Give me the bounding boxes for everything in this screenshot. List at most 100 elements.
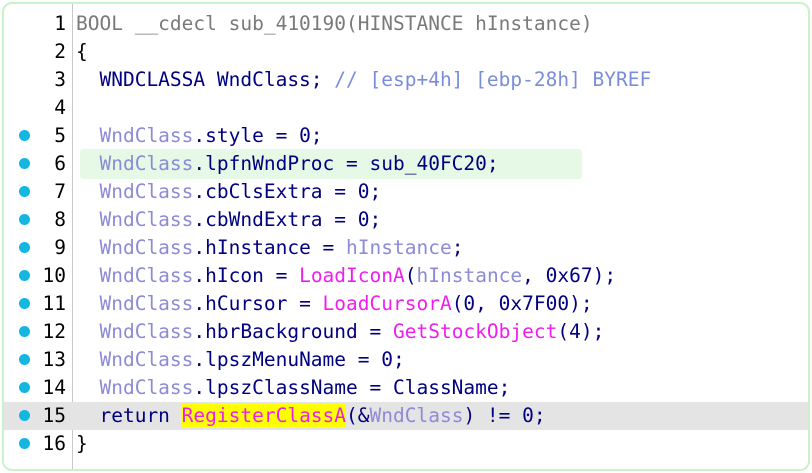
code-token: WndClass <box>76 124 194 147</box>
code-token: WndClass <box>76 376 194 399</box>
code-token: (& <box>346 404 370 427</box>
line-number: 4 <box>54 96 66 119</box>
code-text: WndClass.hInstance = hInstance; <box>76 234 463 262</box>
breakpoint-dot-icon[interactable] <box>19 186 30 197</box>
code-token: WndClass <box>76 320 194 343</box>
code-line[interactable]: 1 BOOL __cdecl sub_410190(HINSTANCE hInst… <box>4 10 808 38</box>
code-line[interactable]: 6 WndClass.lpfnWndProc = sub_40FC20; <box>4 150 808 178</box>
code-token: .cbClsExtra = 0; <box>193 180 382 203</box>
line-number: 11 <box>42 292 66 315</box>
code-text: WNDCLASSA WndClass; // [esp+4h] [ebp-28h… <box>76 66 651 94</box>
pseudocode-view[interactable]: 1 BOOL __cdecl sub_410190(HINSTANCE hInst… <box>2 2 810 471</box>
code-token: WndClass <box>76 208 194 231</box>
code-token: GetStockObject <box>393 320 558 343</box>
code-text: WndClass.hIcon = LoadIconA(hInstance, 0x… <box>76 262 616 290</box>
line-number: 12 <box>42 320 66 343</box>
code-token: , 0x67); <box>522 264 617 287</box>
code-token: hInstance <box>416 264 523 287</box>
code-token: WndClass <box>76 152 194 175</box>
code-token: .hIcon = <box>193 264 300 287</box>
breakpoint-dot-icon[interactable] <box>19 410 30 421</box>
breakpoint-dot-icon[interactable] <box>19 242 30 253</box>
code-token: return <box>76 404 182 427</box>
code-line[interactable]: 4 <box>4 94 808 122</box>
code-token: .lpszMenuName = 0; <box>193 348 405 371</box>
code-token: .lpfnWndProc = sub_40FC20; <box>193 152 499 175</box>
breakpoint-dot-icon[interactable] <box>19 326 30 337</box>
code-line[interactable]: 8 WndClass.cbWndExtra = 0; <box>4 206 808 234</box>
code-text: WndClass.lpfnWndProc = sub_40FC20; <box>76 150 499 178</box>
code-token: LoadCursorA <box>322 292 452 315</box>
breakpoint-dot-icon[interactable] <box>19 214 30 225</box>
line-number: 9 <box>54 236 66 259</box>
code-token: LoadIconA <box>299 264 405 287</box>
code-text: } <box>76 430 88 458</box>
line-number: 2 <box>54 40 66 63</box>
code-token: WNDCLASSA WndClass; <box>76 68 335 91</box>
code-line[interactable]: 7 WndClass.cbClsExtra = 0; <box>4 178 808 206</box>
code-token: .style = 0; <box>193 124 323 147</box>
code-token: WndClass <box>76 348 194 371</box>
breakpoint-dot-icon[interactable] <box>19 298 30 309</box>
code-text: WndClass.lpszClassName = ClassName; <box>76 374 510 402</box>
code-token: .lpszClassName = ClassName; <box>193 376 511 399</box>
code-line[interactable]: 11 WndClass.hCursor = LoadCursorA(0, 0x7… <box>4 290 808 318</box>
code-text: return RegisterClassA(&WndClass) != 0; <box>76 402 546 430</box>
code-text: WndClass.lpszMenuName = 0; <box>76 346 405 374</box>
code-text: WndClass.hCursor = LoadCursorA(0, 0x7F00… <box>76 290 593 318</box>
code-token: .hInstance = <box>193 236 347 259</box>
code-token: .hbrBackground = <box>193 320 393 343</box>
code-text: WndClass.cbClsExtra = 0; <box>76 178 381 206</box>
code-token: { <box>76 40 88 63</box>
line-number: 14 <box>42 376 66 399</box>
code-token: ; <box>451 236 464 259</box>
code-line[interactable]: 14 WndClass.lpszClassName = ClassName; <box>4 374 808 402</box>
code-text: { <box>76 38 88 66</box>
code-token: WndClass <box>76 236 194 259</box>
line-number: 10 <box>42 264 66 287</box>
code-line[interactable]: 5 WndClass.style = 0; <box>4 122 808 150</box>
code-line[interactable]: 9 WndClass.hInstance = hInstance; <box>4 234 808 262</box>
code-token: (0, 0x7F00); <box>451 292 593 315</box>
code-line[interactable]: 15 return RegisterClassA(&WndClass) != 0… <box>4 402 808 430</box>
code-token: .cbWndExtra = 0; <box>193 208 382 231</box>
code-line[interactable]: 13 WndClass.lpszMenuName = 0; <box>4 346 808 374</box>
code-token: WndClass <box>369 404 464 427</box>
code-token: BOOL __cdecl sub_410190(HINSTANCE hInsta… <box>76 12 593 35</box>
breakpoint-dot-icon[interactable] <box>19 158 30 169</box>
line-number: 5 <box>54 124 66 147</box>
line-number: 13 <box>42 348 66 371</box>
line-number: 1 <box>54 12 66 35</box>
line-number: 8 <box>54 208 66 231</box>
code-text: BOOL __cdecl sub_410190(HINSTANCE hInsta… <box>76 10 593 38</box>
code-token: (4); <box>557 320 605 343</box>
line-number: 3 <box>54 68 66 91</box>
code-token: WndClass <box>76 292 194 315</box>
line-number: 7 <box>54 180 66 203</box>
code-line[interactable]: 16} <box>4 430 808 458</box>
breakpoint-dot-icon[interactable] <box>19 354 30 365</box>
breakpoint-dot-icon[interactable] <box>19 270 30 281</box>
code-line[interactable]: 12 WndClass.hbrBackground = GetStockObje… <box>4 318 808 346</box>
breakpoint-dot-icon[interactable] <box>19 438 30 449</box>
code-token: .hCursor = <box>193 292 323 315</box>
code-text: WndClass.hbrBackground = GetStockObject(… <box>76 318 604 346</box>
code-token: RegisterClassA <box>181 404 347 427</box>
code-token: ) != 0; <box>463 404 546 427</box>
line-number: 15 <box>42 404 66 427</box>
code-text: WndClass.cbWndExtra = 0; <box>76 206 381 234</box>
line-number: 6 <box>54 152 66 175</box>
code-line[interactable]: 2{ <box>4 38 808 66</box>
code-token: hInstance <box>346 236 452 259</box>
line-number: 16 <box>42 432 66 455</box>
breakpoint-dot-icon[interactable] <box>19 130 30 141</box>
code-line[interactable]: 3 WNDCLASSA WndClass; // [esp+4h] [ebp-2… <box>4 66 808 94</box>
code-line[interactable]: 10 WndClass.hIcon = LoadIconA(hInstance,… <box>4 262 808 290</box>
code-token: WndClass <box>76 180 194 203</box>
breakpoint-dot-icon[interactable] <box>19 382 30 393</box>
code-token: // [esp+4h] [ebp-28h] BYREF <box>334 68 652 91</box>
code-text: WndClass.style = 0; <box>76 122 323 150</box>
code-token: ( <box>404 264 417 287</box>
code-token: } <box>76 432 88 455</box>
code-token: WndClass <box>76 264 194 287</box>
